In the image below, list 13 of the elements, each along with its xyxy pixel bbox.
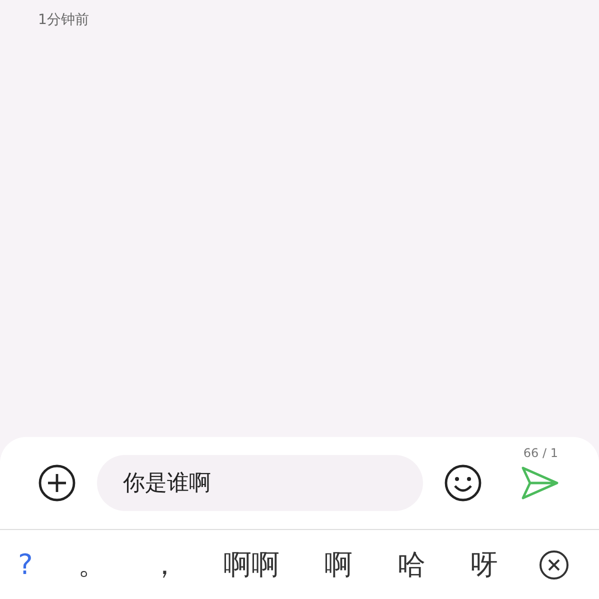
close-icon[interactable] — [539, 550, 569, 580]
character-counter: 66 / 1 — [523, 446, 558, 460]
candidate-word[interactable]: 呀 — [466, 546, 502, 584]
message-input-field[interactable]: 你是谁啊 — [97, 455, 423, 511]
candidate-word[interactable]: ， — [146, 546, 183, 584]
add-icon[interactable] — [38, 464, 76, 502]
candidate-word[interactable]: 啊 — [320, 546, 356, 584]
smiley-icon[interactable] — [444, 464, 482, 502]
candidate-word[interactable]: 哈 — [393, 546, 430, 584]
candidate-word[interactable]: ? — [14, 548, 37, 581]
candidate-word[interactable]: 。 — [74, 546, 110, 584]
candidate-word[interactable]: 啊啊 — [220, 546, 284, 584]
timestamp: 1分钟前 — [38, 11, 90, 29]
